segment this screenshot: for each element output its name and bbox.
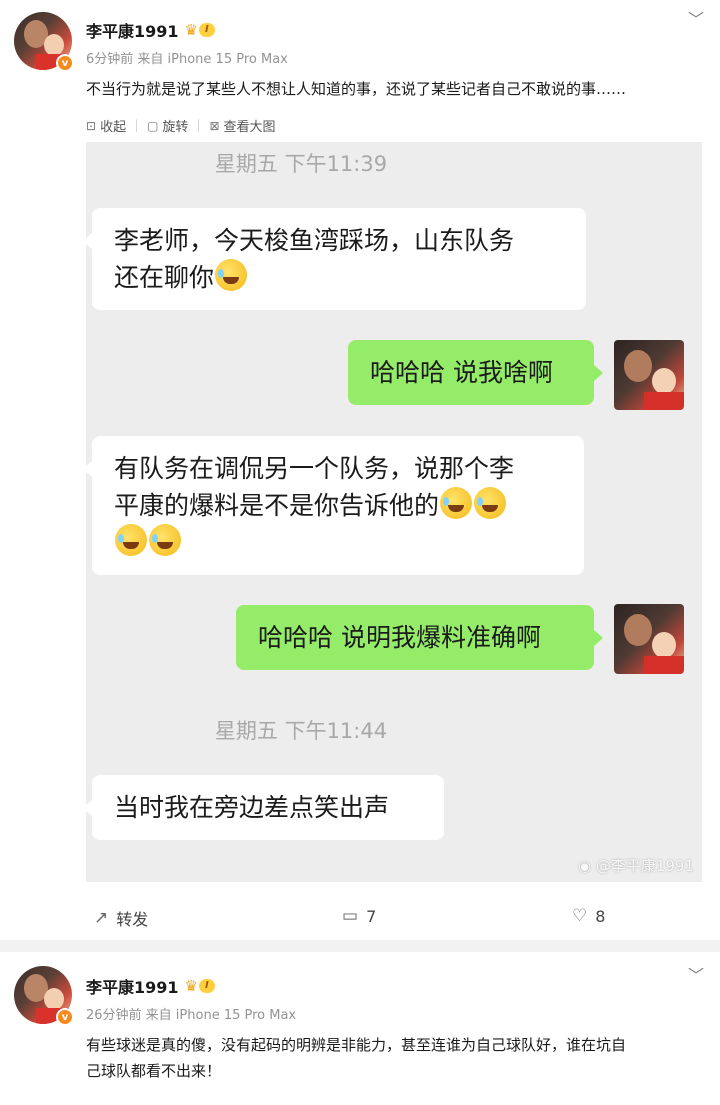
username[interactable]: 李平康1991 [86,974,179,998]
chat-bubble-received: 李老师，今天梭鱼湾踩场，山东队务 还在聊你 [86,208,586,310]
thumbs-up-icon: ♡ [572,906,588,926]
chevron-down-icon[interactable]: ﹀ [688,6,704,30]
chat-bubble-sent: 哈哈哈 说我啥啊 [348,340,603,405]
image-actions: ⊡ 收起 ▢ 旋转 ⊠ 查看大图 [86,116,276,136]
laugh-cry-emoji-icon [440,487,473,519]
username[interactable]: 李平康1991 [86,18,179,42]
repost-icon: ↗ [94,908,109,928]
view-large-button[interactable]: ⊠ 查看大图 [209,116,275,136]
laugh-cry-emoji-icon [149,524,181,556]
post-text: 不当行为就是说了某些人不想让人知道的事，还说了某些记者自己不敢说的事…… [86,80,627,98]
verified-badge-icon: v [56,54,74,72]
chat-screenshot-image[interactable]: 星期五 下午11:39 李老师，今天梭鱼湾踩场，山东队务 还在聊你 哈哈哈 说我… [86,142,702,882]
magnify-icon: ⊠ [209,118,220,133]
rotate-icon: ▢ [147,118,159,133]
chat-bubble-received: 当时我在旁边差点笑出声 [86,775,444,840]
avatar[interactable]: v [14,12,74,72]
laugh-cry-emoji-icon [215,259,248,291]
weibo-post: v 李平康1991 ♛ I 6分钟前 来自 iPhone 15 Pro Max ﹀… [0,0,720,940]
user-level: I [199,979,215,993]
chevron-down-icon[interactable]: ﹀ [688,962,704,986]
comment-icon: ▭ [342,906,359,926]
rotate-button[interactable]: ▢ 旋转 [147,116,188,136]
avatar[interactable]: v [14,966,74,1026]
laugh-cry-emoji-icon [115,524,147,556]
post-text: 有些球迷是真的傻，没有起码的明辨是非能力，甚至连谁为自己球队好，谁在坑自 己球队… [86,1036,627,1080]
chat-timestamp: 星期五 下午11:44 [214,719,388,743]
collapse-button[interactable]: ⊡ 收起 [86,116,126,136]
chat-bubble-received: 有队务在调侃另一个队务，说那个李 平康的爆料是不是你告诉他的 [86,436,584,575]
post-meta: 6分钟前 来自 iPhone 15 Pro Max [86,52,288,67]
vip-crown-icon[interactable]: ♛ I [185,978,215,994]
vip-crown-icon[interactable]: ♛ I [185,22,215,38]
weibo-post: v 李平康1991 ♛ I 26分钟前 来自 iPhone 15 Pro Max … [0,952,720,1105]
username-row: 李平康1991 ♛ I [86,974,215,998]
user-level: I [199,23,215,37]
weibo-logo-icon: ◉ [577,857,596,875]
chat-avatar [614,340,684,410]
laugh-cry-emoji-icon [474,487,507,519]
repost-button[interactable]: ↗ 转发 [94,906,148,930]
like-button[interactable]: ♡ 8 [572,906,605,926]
weibo-watermark: ◉ @李平康1991 [577,857,694,875]
collapse-icon: ⊡ [86,118,97,133]
post-action-bar: ↗ 转发 ▭ 7 ♡ 8 [0,898,720,938]
chat-avatar [614,604,684,674]
post-separator [0,940,720,952]
comment-button[interactable]: ▭ 7 [342,906,376,926]
verified-badge-icon: v [56,1008,74,1026]
username-row: 李平康1991 ♛ I [86,18,215,42]
chat-bubble-sent: 哈哈哈 说明我爆料准确啊 [236,605,603,670]
chat-timestamp: 星期五 下午11:39 [214,152,388,176]
post-meta: 26分钟前 来自 iPhone 15 Pro Max [86,1008,297,1023]
